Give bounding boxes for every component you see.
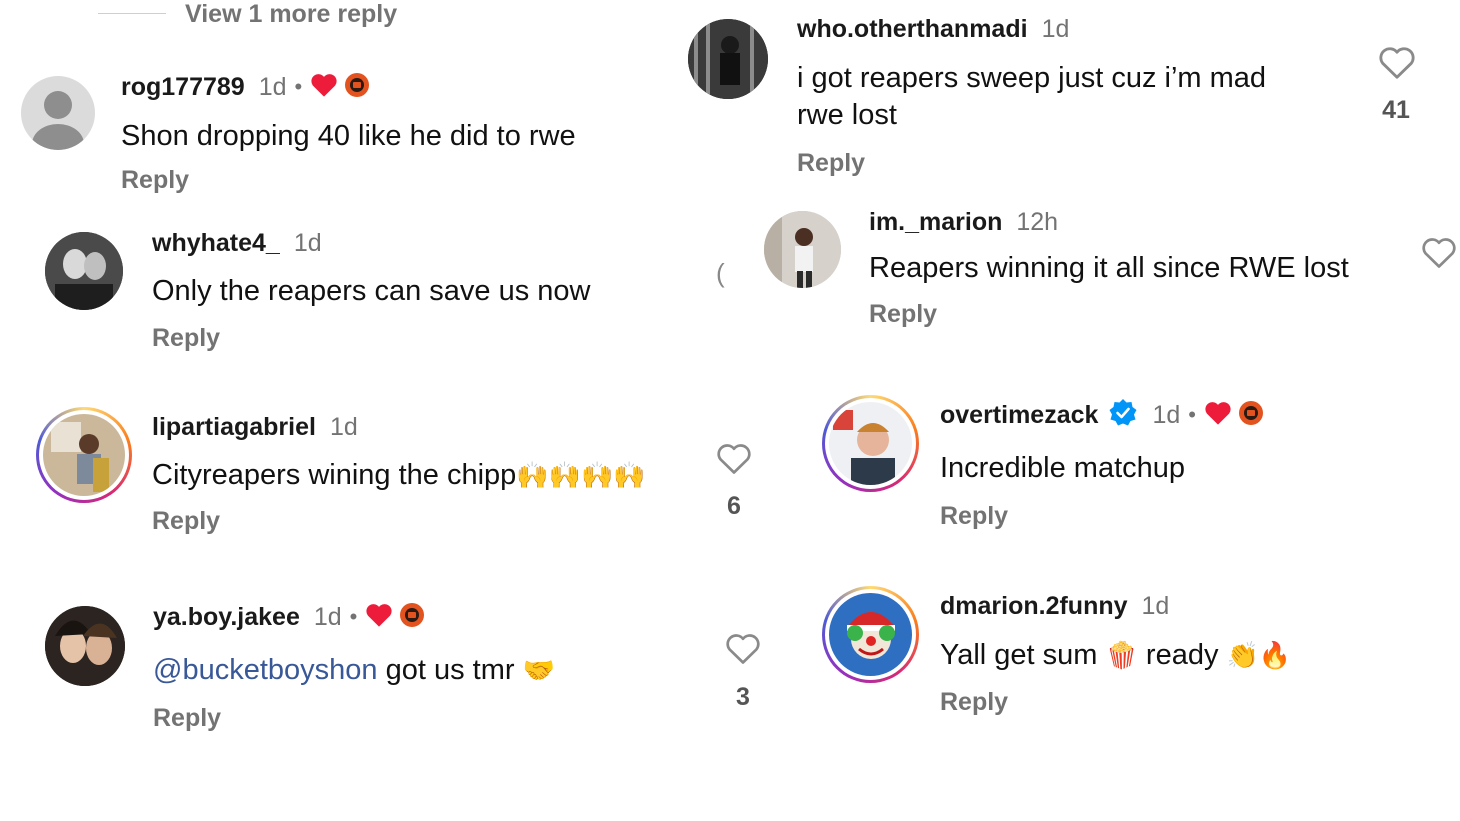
timestamp: 1d (1141, 591, 1170, 620)
reply-button[interactable]: Reply (940, 688, 1008, 717)
comment-text-part-2: ready (1137, 639, 1227, 671)
like-count: 6 (727, 492, 741, 520)
like-count: 3 (736, 683, 750, 711)
mention-link[interactable]: @bucketboyshon (153, 654, 378, 686)
comment-text-body: got us tmr (377, 654, 523, 686)
reply-button[interactable]: Reply (869, 300, 937, 329)
comment-text: Reapers winning it all since RWE lost (869, 252, 1349, 284)
avatar[interactable] (45, 232, 123, 310)
comment-header: who.otherthanmadi 1d (797, 12, 1069, 46)
separator-dot: • (294, 74, 303, 99)
comment-text-line-2: rwe lost (797, 99, 897, 131)
reply-button[interactable]: Reply (152, 507, 220, 536)
creator-avatar-icon (1238, 400, 1264, 431)
clap-fire-emoji: 👏🔥 (1226, 641, 1292, 671)
separator-dot: • (1188, 402, 1196, 427)
view-more-divider (98, 13, 166, 14)
avatar[interactable] (764, 211, 841, 288)
comment-header: dmarion.2funny 1d (940, 589, 1169, 623)
reply-button[interactable]: Reply (940, 502, 1008, 531)
reply-button[interactable]: Reply (152, 324, 220, 353)
avatar[interactable] (688, 19, 768, 99)
raised-hands-emoji: 🙌🙌🙌🙌 (516, 461, 646, 491)
comment-header: im._marion 12h (869, 205, 1058, 239)
username[interactable]: im._marion (869, 208, 1002, 237)
comment-text: Only the reapers can save us now (152, 275, 591, 307)
comment-text: Cityreapers wining the chipp🙌🙌🙌🙌 (152, 457, 646, 495)
comment-text: @bucketboyshon got us tmr 🤝 (153, 652, 555, 690)
reply-button[interactable]: Reply (121, 166, 189, 195)
comment-header: ya.boy.jakee 1d • (153, 600, 425, 634)
creator-avatar-icon (344, 72, 370, 103)
username[interactable]: rog177789 (121, 73, 245, 102)
avatar-story-ring[interactable] (822, 395, 919, 492)
timestamp: 1d (329, 412, 358, 441)
timestamp: 1d (313, 602, 342, 631)
creator-heart-icon (365, 602, 393, 633)
avatar[interactable] (21, 76, 95, 150)
comment-text-part-1: Yall get sum (940, 639, 1106, 671)
creator-avatar-icon (399, 602, 425, 633)
creator-heart-icon (1204, 400, 1232, 431)
comment-header: rog177789 1d • (121, 70, 370, 104)
username[interactable]: ya.boy.jakee (153, 603, 300, 632)
timestamp: 1d (258, 72, 287, 101)
comment-text: Shon dropping 40 like he did to rwe (121, 120, 576, 152)
comment-text-line-1: i got reapers sweep just cuz i’m mad (797, 62, 1267, 94)
comment-header: whyhate4_ 1d (152, 226, 322, 260)
verified-badge-icon (1108, 398, 1138, 433)
creator-heart-icon (310, 72, 338, 103)
username[interactable]: whyhate4_ (152, 229, 280, 258)
comment-text-body: Cityreapers wining the chipp (152, 459, 517, 491)
like-heart-icon[interactable] (716, 442, 752, 481)
reply-button[interactable]: Reply (797, 149, 865, 178)
avatar (829, 402, 912, 485)
username[interactable]: dmarion.2funny (940, 592, 1128, 621)
avatar (829, 593, 912, 676)
timestamp: 12h (1016, 207, 1059, 236)
like-count: 41 (1382, 96, 1410, 124)
reply-button[interactable]: Reply (153, 704, 221, 733)
username[interactable]: lipartiagabriel (152, 413, 316, 442)
comment-header: lipartiagabriel 1d (152, 410, 358, 444)
comment-text: Incredible matchup (940, 452, 1186, 484)
timestamp: 1d (293, 228, 322, 257)
comment-header: overtimezack 1d • (940, 398, 1264, 432)
avatar-story-ring[interactable] (822, 586, 919, 683)
handshake-emoji: 🤝 (522, 656, 555, 686)
like-heart-icon[interactable] (1378, 45, 1416, 86)
username[interactable]: who.otherthanmadi (797, 15, 1028, 44)
timestamp: 1d (1041, 14, 1070, 43)
avatar[interactable] (45, 606, 125, 686)
comment-text: Yall get sum 🍿 ready 👏🔥 (940, 637, 1291, 675)
avatar (43, 414, 125, 496)
avatar-story-ring[interactable] (36, 407, 132, 503)
popcorn-emoji: 🍿 (1105, 641, 1138, 671)
username[interactable]: overtimezack (940, 401, 1098, 430)
like-heart-icon[interactable] (1421, 236, 1457, 275)
cropped-edge-fragment: ( (716, 258, 725, 288)
view-more-replies-link[interactable]: View 1 more reply (185, 0, 397, 29)
like-heart-icon[interactable] (725, 632, 761, 671)
timestamp: 1d (1152, 400, 1181, 429)
separator-dot: • (349, 604, 358, 629)
